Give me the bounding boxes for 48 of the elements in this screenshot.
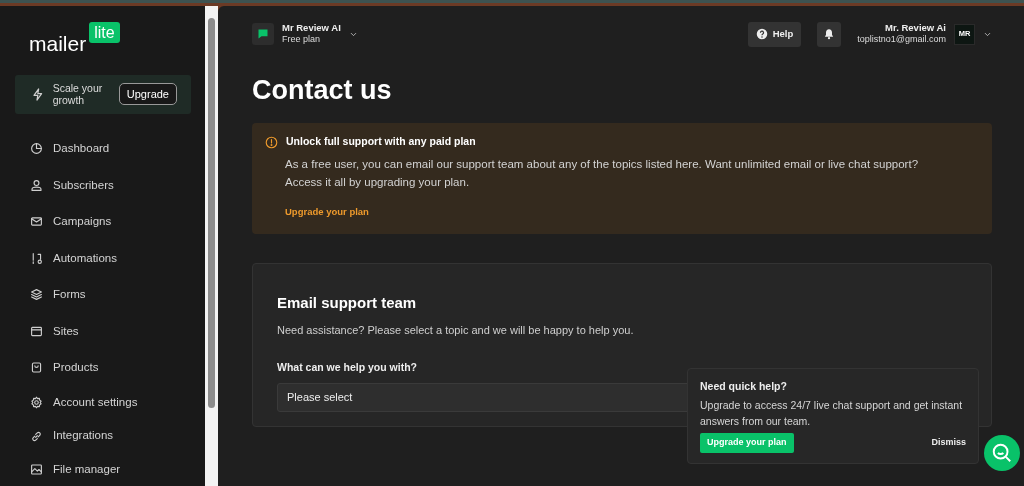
chat-button[interactable] bbox=[984, 435, 1020, 471]
sidebar-item[interactable]: Dashboard bbox=[15, 130, 191, 168]
help-icon bbox=[755, 28, 768, 40]
page-title: Contact us bbox=[252, 74, 393, 107]
chat-search-icon bbox=[991, 442, 1013, 464]
flow-icon bbox=[30, 251, 43, 265]
scrollbar-thumb[interactable] bbox=[208, 18, 215, 408]
browser-icon bbox=[30, 324, 43, 338]
warning-icon bbox=[265, 135, 278, 149]
sidebar-item[interactable]: Integrations bbox=[15, 419, 191, 453]
sidebar-item[interactable]: Account settings bbox=[15, 386, 191, 420]
sidebar-item[interactable]: Forms bbox=[15, 276, 191, 314]
sidebar-item[interactable]: Sites bbox=[15, 313, 191, 350]
logo-wordmark: mailer bbox=[29, 31, 87, 57]
person-icon bbox=[30, 178, 43, 192]
lightning-icon bbox=[31, 86, 45, 102]
logo-badge: lite bbox=[89, 22, 120, 43]
popup-title: Need quick help? bbox=[700, 379, 788, 394]
sidebar-item[interactable]: Products bbox=[15, 349, 191, 387]
upgrade-link[interactable]: Upgrade your plan bbox=[285, 205, 369, 217]
account-name[interactable]: Mr Review AI bbox=[282, 22, 341, 35]
upgrade-button[interactable]: Upgrade bbox=[118, 82, 177, 106]
sidebar-item[interactable]: Subscribers bbox=[15, 167, 191, 204]
chat-bubble-icon bbox=[257, 28, 269, 40]
bag-icon bbox=[30, 361, 43, 375]
sidebar-item[interactable]: Campaigns bbox=[15, 203, 191, 241]
layers-icon bbox=[30, 288, 43, 302]
alert-text: As a free user, you can email our support team about any of the topics listed here. Want unlimited email or live chat support? Access it all by upgrading your plan. bbox=[285, 157, 920, 190]
pie-chart-icon bbox=[30, 142, 43, 156]
help-button[interactable]: Help bbox=[747, 21, 802, 47]
sidebar-item[interactable]: Automations bbox=[15, 240, 191, 277]
user-name: Mr. Review Ai bbox=[884, 22, 946, 35]
dismiss-button[interactable]: Dismiss bbox=[931, 436, 966, 450]
sidebar-item[interactable]: File manager bbox=[15, 452, 191, 486]
gear-icon bbox=[30, 396, 43, 410]
promo-text: Scale your growth bbox=[52, 81, 104, 107]
alert-title: Unlock full support with any paid plan bbox=[286, 134, 476, 150]
card-title: Email support team bbox=[277, 292, 418, 313]
field-label: What can we help you with? bbox=[277, 359, 418, 375]
account-icon[interactable] bbox=[252, 23, 274, 45]
link-icon bbox=[30, 429, 43, 443]
card-subtitle: Need assistance? Please select a topic and we will be happy to help you. bbox=[277, 323, 635, 339]
image-icon bbox=[30, 462, 43, 476]
plan-label: Free plan bbox=[282, 34, 322, 46]
user-email: toplistno1@gmail.com bbox=[857, 34, 946, 46]
notifications-button[interactable] bbox=[817, 21, 842, 47]
mail-icon bbox=[30, 215, 43, 229]
bell-icon bbox=[823, 28, 836, 40]
